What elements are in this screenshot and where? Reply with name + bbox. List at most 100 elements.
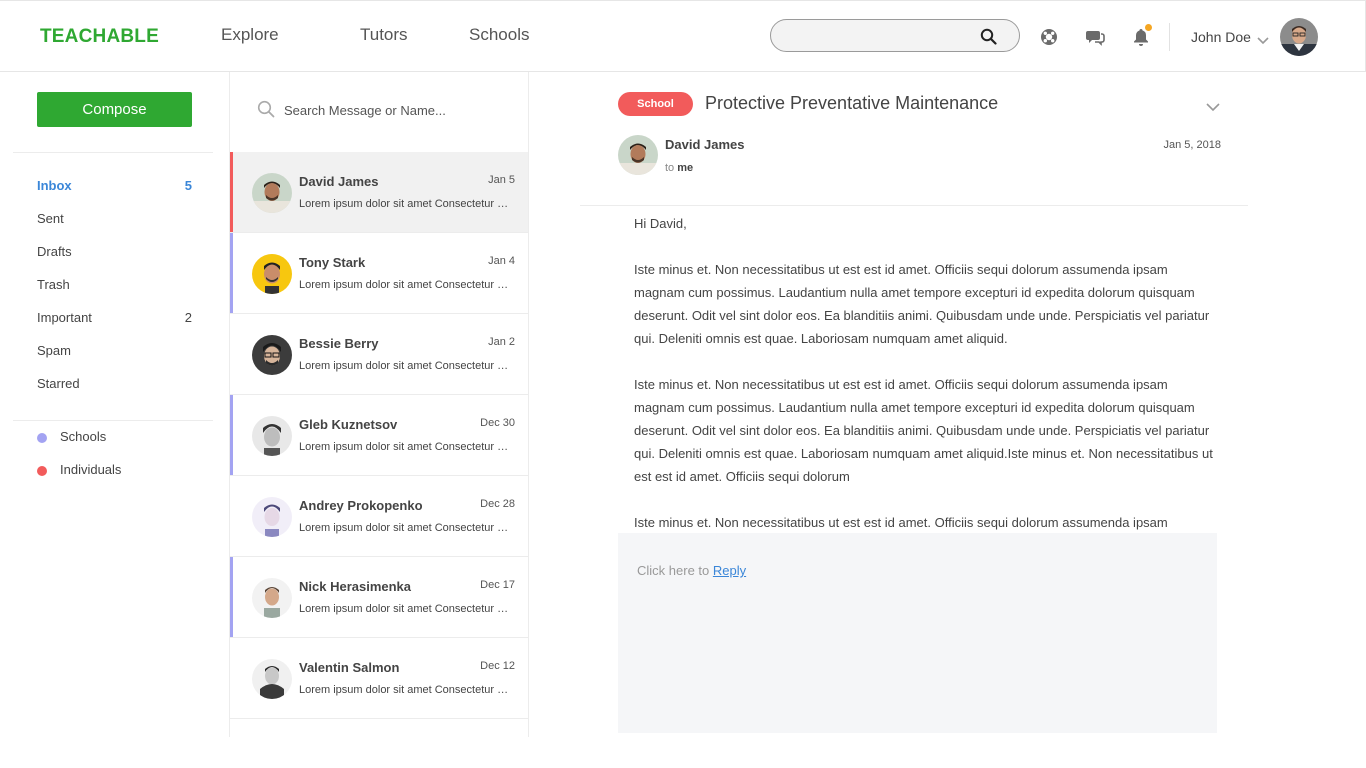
message-paragraph: Iste minus et. Non necessitatibus ut est… — [634, 515, 1168, 530]
avatar — [252, 173, 292, 213]
label-color-dot — [37, 466, 47, 476]
nav-explore[interactable]: Explore — [221, 25, 279, 45]
message-date: Dec 17 — [480, 579, 515, 591]
folder-label: Starred — [37, 376, 80, 391]
divider — [13, 152, 213, 153]
message-paragraph: Iste minus et. Non necessitatibus ut est… — [634, 377, 1213, 484]
recipient-line: to me — [665, 162, 693, 174]
message-accent-bar — [230, 557, 233, 637]
message-subject: Protective Preventative Maintenance — [705, 93, 999, 113]
label-text: Individuals — [60, 462, 122, 477]
label-schools[interactable]: Schools — [37, 429, 197, 449]
message-date: Dec 12 — [480, 660, 515, 672]
folder-starred[interactable]: Starred — [37, 376, 192, 396]
message-sender: Gleb Kuznetsov — [299, 417, 398, 432]
message-date: Jan 5 — [488, 174, 515, 186]
message-search-input[interactable] — [284, 101, 514, 119]
label-text: Schools — [60, 429, 107, 444]
message-accent-bar — [230, 233, 233, 313]
nav-tutors[interactable]: Tutors — [360, 25, 408, 45]
folder-label: Inbox — [37, 178, 72, 193]
message-item[interactable]: David James Jan 5 Lorem ipsum dolor sit … — [230, 152, 528, 233]
folder-spam[interactable]: Spam — [37, 343, 192, 363]
folder-count: 5 — [184, 178, 192, 193]
divider — [580, 205, 1248, 206]
message-item[interactable]: Bessie Berry Jan 2 Lorem ipsum dolor sit… — [230, 314, 528, 395]
message-item[interactable]: Andrey Prokopenko Dec 28 Lorem ipsum dol… — [230, 476, 528, 557]
folder-label: Sent — [37, 211, 64, 226]
chat-icon[interactable] — [1085, 27, 1105, 47]
folder-label: Drafts — [37, 244, 72, 259]
reply-link[interactable]: Reply — [713, 563, 746, 578]
support-icon[interactable] — [1039, 27, 1059, 47]
message-preview: Lorem ipsum dolor sit amet Consectetur a… — [299, 279, 511, 291]
message-sender: Bessie Berry — [299, 336, 379, 351]
message-preview: Lorem ipsum dolor sit amet Consectetur a… — [299, 603, 511, 615]
recipient-prefix: to — [665, 162, 675, 174]
message-paragraph: Iste minus et. Non necessitatibus ut est… — [634, 262, 1210, 346]
message-accent-bar — [230, 152, 233, 232]
message-sender: Valentin Salmon — [299, 660, 400, 675]
message-body: Hi David, Iste minus et. Non necessitati… — [634, 212, 1219, 532]
message-sender: Andrey Prokopenko — [299, 498, 423, 513]
avatar — [252, 497, 292, 537]
message-date: Dec 28 — [480, 498, 515, 510]
sender-name: David James — [665, 137, 745, 152]
global-search-input[interactable] — [785, 26, 975, 46]
message-preview: Lorem ipsum dolor sit amet Consectetur a… — [299, 198, 511, 210]
message-item[interactable]: Valentin Salmon Dec 12 Lorem ipsum dolor… — [230, 638, 528, 719]
message-date: Dec 30 — [480, 417, 515, 429]
category-tag[interactable]: School — [618, 92, 693, 116]
reply-prompt: Click here to Reply — [637, 563, 746, 578]
message-date: Jan 2 — [488, 336, 515, 348]
app-logo[interactable]: TEACHABLE — [40, 26, 159, 48]
message-date: Jan 4 — [488, 255, 515, 267]
reply-prefix: Click here to — [637, 563, 710, 578]
avatar — [252, 416, 292, 456]
divider — [13, 420, 213, 421]
search-icon — [257, 100, 275, 123]
compose-button[interactable]: Compose — [37, 92, 192, 127]
folder-inbox[interactable]: Inbox 5 — [37, 178, 192, 198]
avatar — [618, 135, 658, 175]
divider — [528, 72, 529, 737]
message-preview: Lorem ipsum dolor sit amet Consectetur a… — [299, 522, 511, 534]
search-icon[interactable] — [980, 28, 997, 50]
folder-sent[interactable]: Sent — [37, 211, 192, 231]
nav-schools[interactable]: Schools — [469, 25, 529, 45]
message-preview: Lorem ipsum dolor sit amet Consectetur a… — [299, 441, 511, 453]
folder-label: Trash — [37, 277, 70, 292]
message-sender: Nick Herasimenka — [299, 579, 412, 594]
message-sender: David James — [299, 174, 379, 189]
chevron-down-icon[interactable] — [1206, 99, 1220, 117]
message-greeting: Hi David, — [634, 216, 687, 231]
reply-box[interactable]: Click here to Reply — [618, 533, 1217, 733]
avatar — [252, 254, 292, 294]
message-preview: Lorem ipsum dolor sit amet Consectetur a… — [299, 684, 511, 696]
message-sender: Tony Stark — [299, 255, 366, 270]
avatar — [252, 659, 292, 699]
message-item[interactable]: Tony Stark Jan 4 Lorem ipsum dolor sit a… — [230, 233, 528, 314]
folder-important[interactable]: Important 2 — [37, 310, 192, 330]
avatar — [252, 335, 292, 375]
chevron-down-icon[interactable] — [1257, 32, 1269, 50]
folder-trash[interactable]: Trash — [37, 277, 192, 297]
top-bar: TEACHABLE Explore Tutors Schools John Do… — [0, 0, 1366, 72]
folder-drafts[interactable]: Drafts — [37, 244, 192, 264]
user-name[interactable]: John Doe — [1191, 29, 1251, 45]
divider — [1169, 23, 1170, 51]
user-avatar[interactable] — [1280, 18, 1318, 56]
folder-label: Important — [37, 310, 92, 325]
folder-label: Spam — [37, 343, 71, 358]
recipient-name: me — [677, 162, 694, 174]
message-item[interactable]: Nick Herasimenka Dec 17 Lorem ipsum dolo… — [230, 557, 528, 638]
global-search[interactable] — [770, 19, 1020, 52]
message-item[interactable]: Gleb Kuznetsov Dec 30 Lorem ipsum dolor … — [230, 395, 528, 476]
message-preview: Lorem ipsum dolor sit amet Consectetur a… — [299, 360, 511, 372]
avatar — [252, 578, 292, 618]
folder-count: 2 — [184, 310, 192, 325]
message-accent-bar — [230, 395, 233, 475]
label-individuals[interactable]: Individuals — [37, 462, 197, 482]
notification-badge — [1145, 24, 1152, 31]
label-color-dot — [37, 433, 47, 443]
